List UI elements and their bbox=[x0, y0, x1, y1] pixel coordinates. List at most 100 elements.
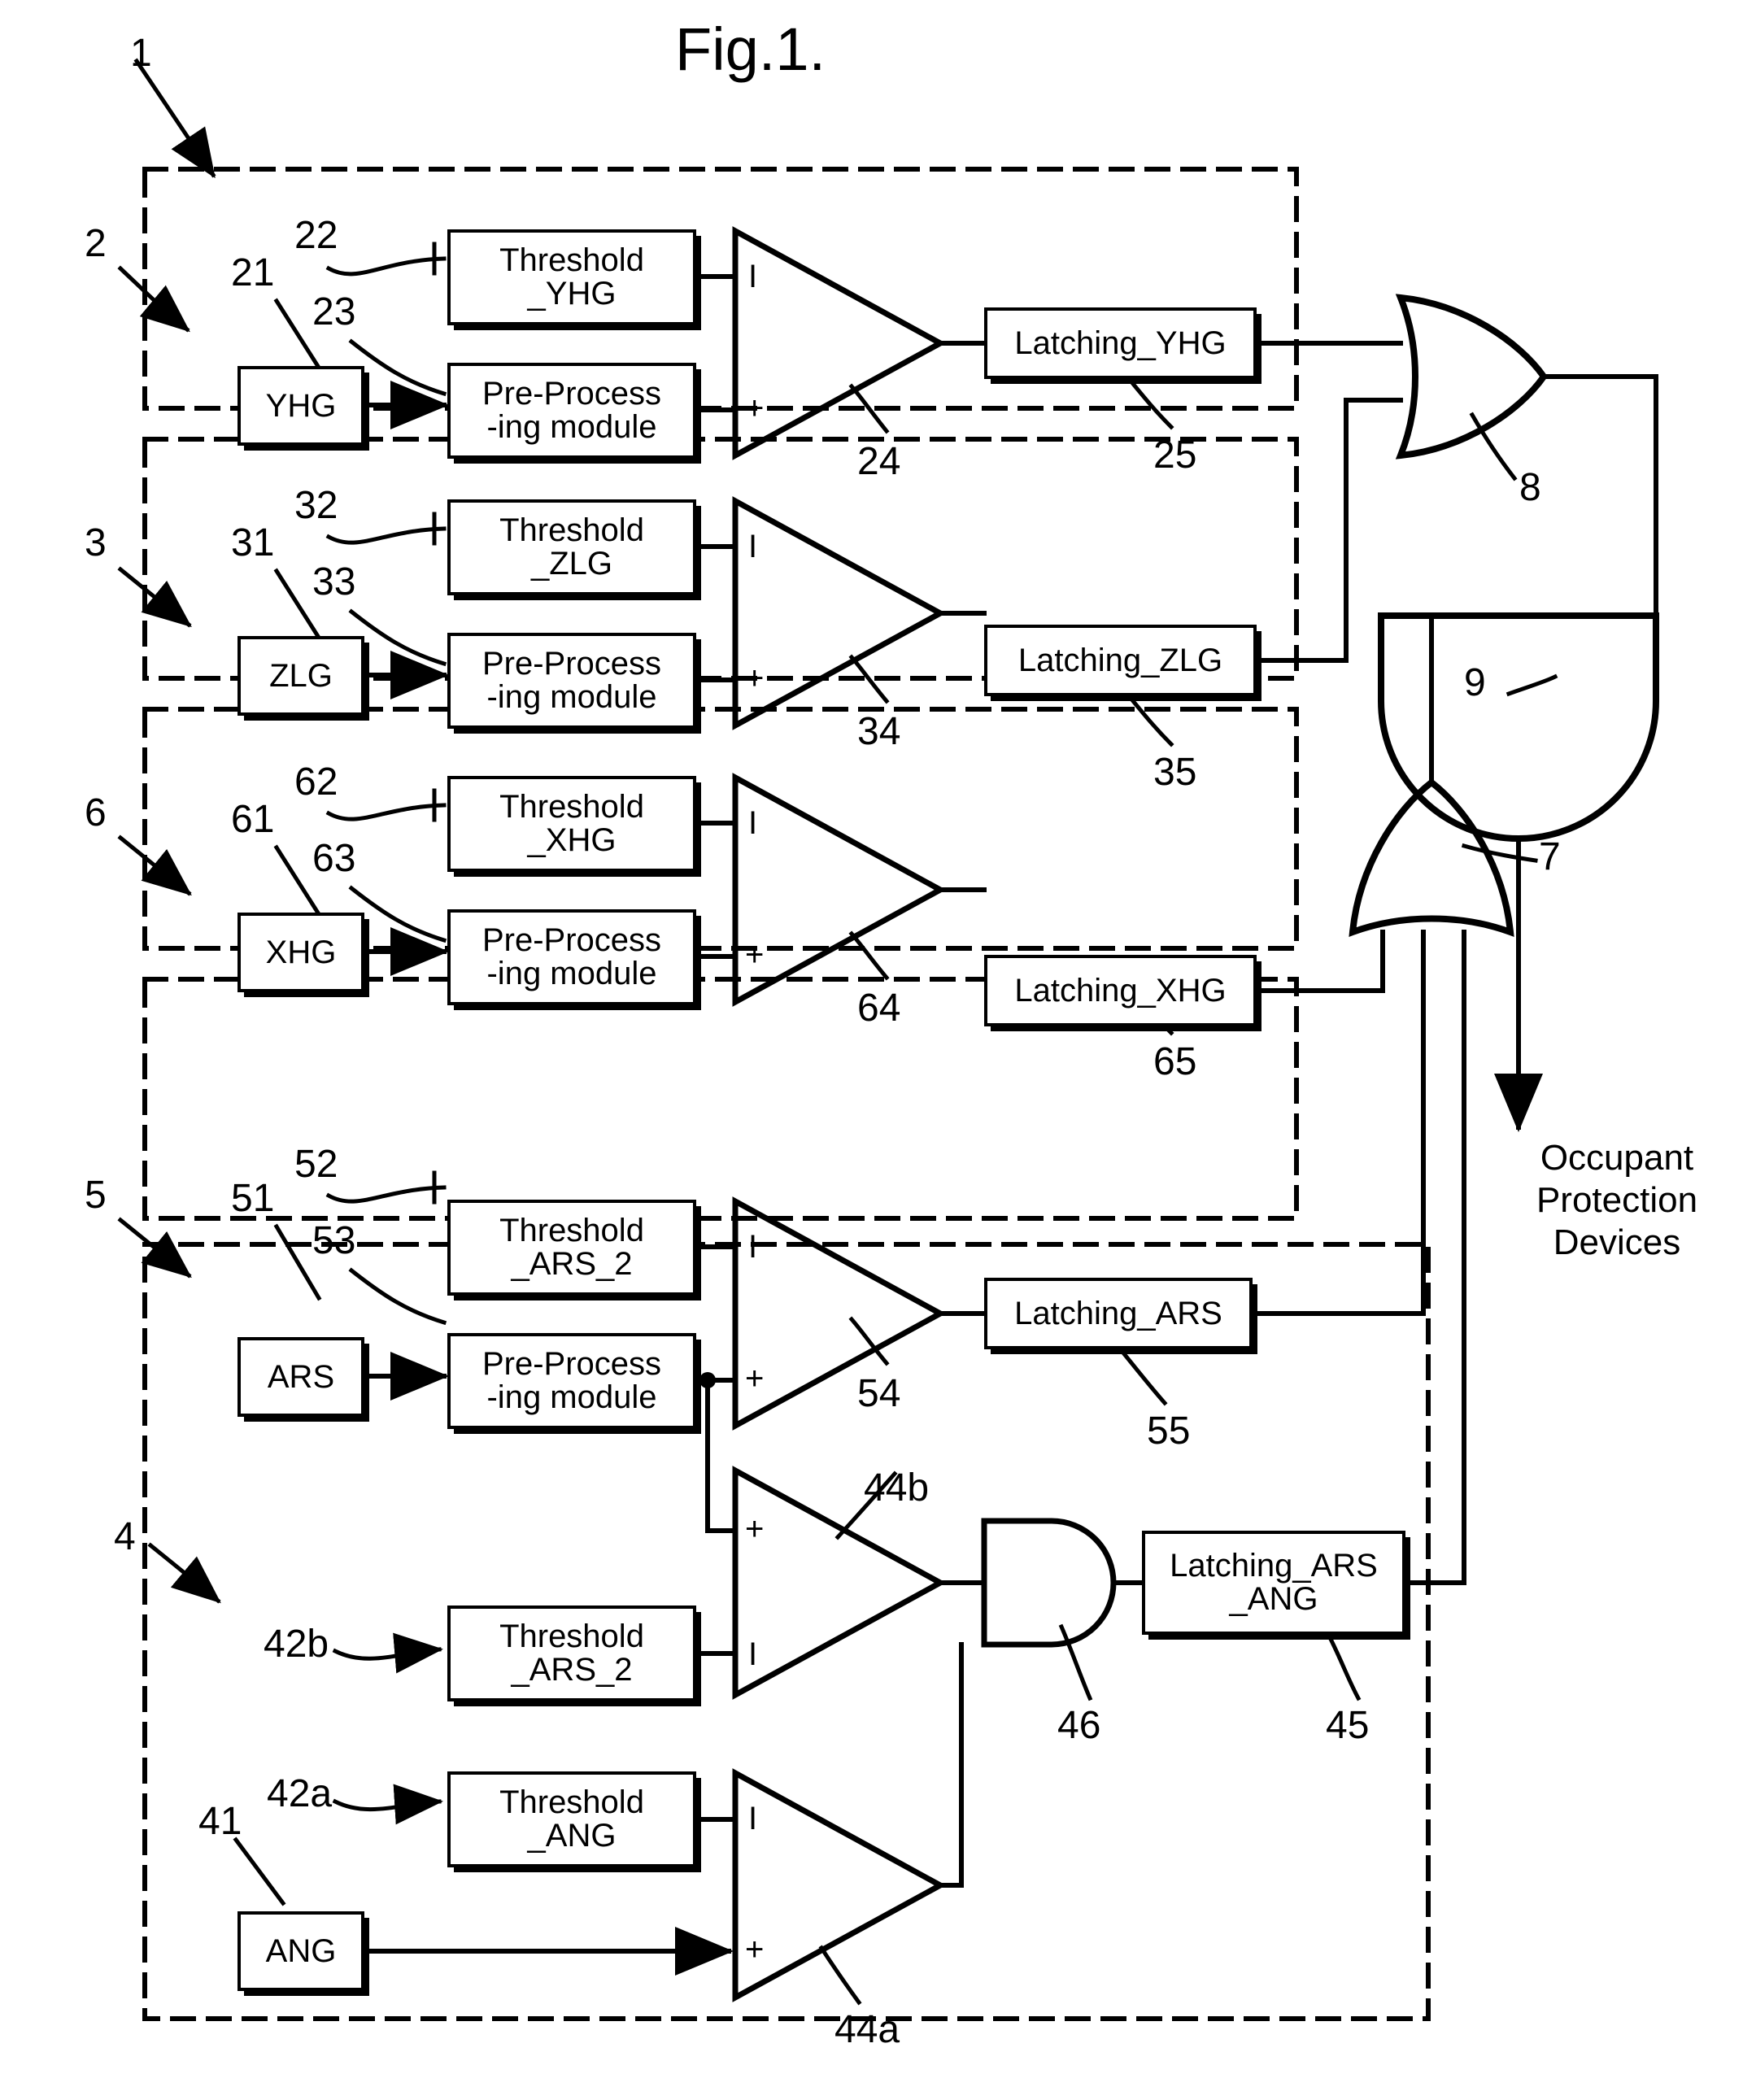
threshold-block-xhg[interactable]: Threshold _XHG bbox=[447, 776, 696, 872]
threshold-block-ang-line1: Threshold bbox=[499, 1784, 644, 1821]
comparator-yhg-minus-label: I bbox=[748, 259, 758, 294]
comparator-44a-plus-label: + bbox=[745, 1932, 765, 1967]
preprocessing-block-yhg[interactable]: Pre-Process -ing module bbox=[447, 363, 696, 459]
comparator-44b-plus-label: + bbox=[745, 1511, 765, 1547]
latching-block-ars-label: Latching_ARS bbox=[1014, 1295, 1222, 1331]
preprocessing-block-zlg[interactable]: Pre-Process -ing module bbox=[447, 633, 696, 729]
sensor-block-xhg[interactable]: XHG bbox=[237, 913, 364, 992]
threshold-block-xhg-line1: Threshold bbox=[499, 789, 644, 826]
ref-label-65: 65 bbox=[1153, 1040, 1197, 1083]
ref-label-23: 23 bbox=[312, 290, 356, 333]
occupant-protection-devices-label: Occupant Protection Devices bbox=[1487, 1137, 1743, 1264]
sensor-block-yhg[interactable]: YHG bbox=[237, 366, 364, 446]
comparator-xhg-plus-label: + bbox=[745, 937, 765, 973]
preprocessing-block-zlg-line2: -ing module bbox=[486, 679, 657, 715]
latching-block-xhg[interactable]: Latching_XHG bbox=[984, 955, 1257, 1026]
ref-label-group-4: 4 bbox=[114, 1515, 136, 1558]
ref-label-35: 35 bbox=[1153, 751, 1197, 794]
ref-label-34: 34 bbox=[857, 710, 901, 753]
latching-block-ars[interactable]: Latching_ARS bbox=[984, 1278, 1253, 1349]
latching-block-ars-ang[interactable]: Latching_ARS _ANG bbox=[1142, 1531, 1405, 1635]
latching-block-yhg[interactable]: Latching_YHG bbox=[984, 307, 1257, 379]
preprocessing-block-yhg-line1: Pre-Process bbox=[482, 376, 662, 412]
preprocessing-block-xhg-line2: -ing module bbox=[486, 956, 657, 991]
ref-label-25: 25 bbox=[1153, 434, 1197, 477]
diagram-vector-layer bbox=[117, 58, 1659, 2021]
ref-label-9: 9 bbox=[1464, 661, 1486, 704]
comparator-zlg-plus-label: + bbox=[745, 660, 765, 696]
ref-label-44b: 44b bbox=[864, 1466, 930, 1510]
opd-line-3: Devices bbox=[1553, 1222, 1681, 1262]
threshold-block-ars-line1: Threshold bbox=[499, 1213, 644, 1249]
ref-label-41: 41 bbox=[198, 1800, 242, 1843]
latching-block-xhg-label: Latching_XHG bbox=[1014, 972, 1227, 1009]
ref-label-45: 45 bbox=[1326, 1704, 1370, 1747]
ref-label-31: 31 bbox=[231, 521, 275, 564]
comparator-ars-minus-label: I bbox=[748, 1229, 758, 1265]
threshold-block-yhg[interactable]: Threshold _YHG bbox=[447, 229, 696, 325]
ref-label-42b: 42b bbox=[264, 1623, 329, 1666]
latching-block-zlg-label: Latching_ZLG bbox=[1017, 642, 1223, 678]
ref-label-1: 1 bbox=[130, 32, 152, 75]
figure-canvas: Fig.1. 1 2 21 22 23 24 25 YHG Threshold … bbox=[0, 0, 1743, 2100]
ref-label-42a: 42a bbox=[267, 1772, 333, 1815]
comparator-44a-minus-label: I bbox=[748, 1801, 758, 1836]
ref-label-21: 21 bbox=[231, 251, 275, 294]
preprocessing-block-xhg[interactable]: Pre-Process -ing module bbox=[447, 909, 696, 1005]
sensor-block-ang-label: ANG bbox=[265, 1932, 337, 1969]
threshold-block-ars-line2: _ARS_2 bbox=[511, 1246, 633, 1282]
sensor-block-ars-label: ARS bbox=[267, 1358, 335, 1395]
ref-label-44a: 44a bbox=[834, 2008, 900, 2051]
threshold-block-ang[interactable]: Threshold _ANG bbox=[447, 1771, 696, 1867]
preprocessing-block-yhg-line2: -ing module bbox=[486, 409, 657, 445]
opd-line-1: Occupant bbox=[1540, 1138, 1694, 1178]
sensor-block-zlg[interactable]: ZLG bbox=[237, 636, 364, 716]
ref-label-55: 55 bbox=[1147, 1409, 1191, 1453]
comparator-zlg-minus-label: I bbox=[748, 529, 758, 564]
ref-label-54: 54 bbox=[857, 1372, 901, 1415]
threshold-block-zlg-line2: _ZLG bbox=[530, 546, 613, 582]
figure-title: Fig.1. bbox=[675, 15, 826, 83]
latching-block-zlg[interactable]: Latching_ZLG bbox=[984, 625, 1257, 696]
latching-block-ars-ang-line1: Latching_ARS bbox=[1170, 1548, 1378, 1584]
comparator-44b-minus-label: I bbox=[748, 1636, 758, 1672]
ref-label-52: 52 bbox=[294, 1143, 338, 1186]
ref-label-7: 7 bbox=[1539, 835, 1561, 878]
latching-block-ars-ang-line2: _ANG bbox=[1229, 1581, 1318, 1617]
ref-label-63: 63 bbox=[312, 837, 356, 880]
threshold-block-ars2-ang-line1: Threshold bbox=[499, 1619, 644, 1655]
sensor-block-yhg-label: YHG bbox=[265, 387, 337, 424]
threshold-block-zlg[interactable]: Threshold _ZLG bbox=[447, 499, 696, 595]
ref-label-32: 32 bbox=[294, 484, 338, 527]
sensor-block-ang[interactable]: ANG bbox=[237, 1911, 364, 1991]
preprocessing-block-ars[interactable]: Pre-Process -ing module bbox=[447, 1333, 696, 1429]
threshold-block-ang-line2: _ANG bbox=[527, 1818, 617, 1854]
threshold-block-zlg-line1: Threshold bbox=[499, 512, 644, 549]
ref-label-group-6: 6 bbox=[85, 791, 107, 834]
preprocessing-block-ars-line1: Pre-Process bbox=[482, 1346, 662, 1383]
sensor-block-xhg-label: XHG bbox=[265, 934, 337, 970]
comparator-ars-plus-label: + bbox=[745, 1361, 765, 1396]
preprocessing-block-xhg-line1: Pre-Process bbox=[482, 922, 662, 959]
preprocessing-block-zlg-line1: Pre-Process bbox=[482, 646, 662, 682]
ref-label-24: 24 bbox=[857, 440, 901, 483]
sensor-block-zlg-label: ZLG bbox=[269, 657, 333, 694]
sensor-block-ars[interactable]: ARS bbox=[237, 1337, 364, 1417]
threshold-block-xhg-line2: _XHG bbox=[527, 822, 617, 858]
opd-line-2: Protection bbox=[1536, 1179, 1698, 1220]
comparator-yhg-plus-label: + bbox=[745, 390, 765, 426]
ref-label-51: 51 bbox=[231, 1177, 275, 1220]
threshold-block-ars2-ang-line2: _ARS_2 bbox=[511, 1652, 633, 1688]
ref-label-group-5: 5 bbox=[85, 1174, 107, 1217]
threshold-block-ars2-ang[interactable]: Threshold _ARS_2 bbox=[447, 1605, 696, 1701]
threshold-block-yhg-line1: Threshold bbox=[499, 242, 644, 279]
comparator-xhg-minus-label: I bbox=[748, 805, 758, 841]
ref-label-group-3: 3 bbox=[85, 521, 107, 564]
ref-label-8: 8 bbox=[1519, 466, 1541, 509]
ref-label-group-2: 2 bbox=[85, 222, 107, 265]
ref-label-62: 62 bbox=[294, 760, 338, 804]
ref-label-53: 53 bbox=[312, 1219, 356, 1262]
threshold-block-yhg-line2: _YHG bbox=[527, 276, 617, 312]
threshold-block-ars[interactable]: Threshold _ARS_2 bbox=[447, 1200, 696, 1296]
ref-label-22: 22 bbox=[294, 214, 338, 257]
